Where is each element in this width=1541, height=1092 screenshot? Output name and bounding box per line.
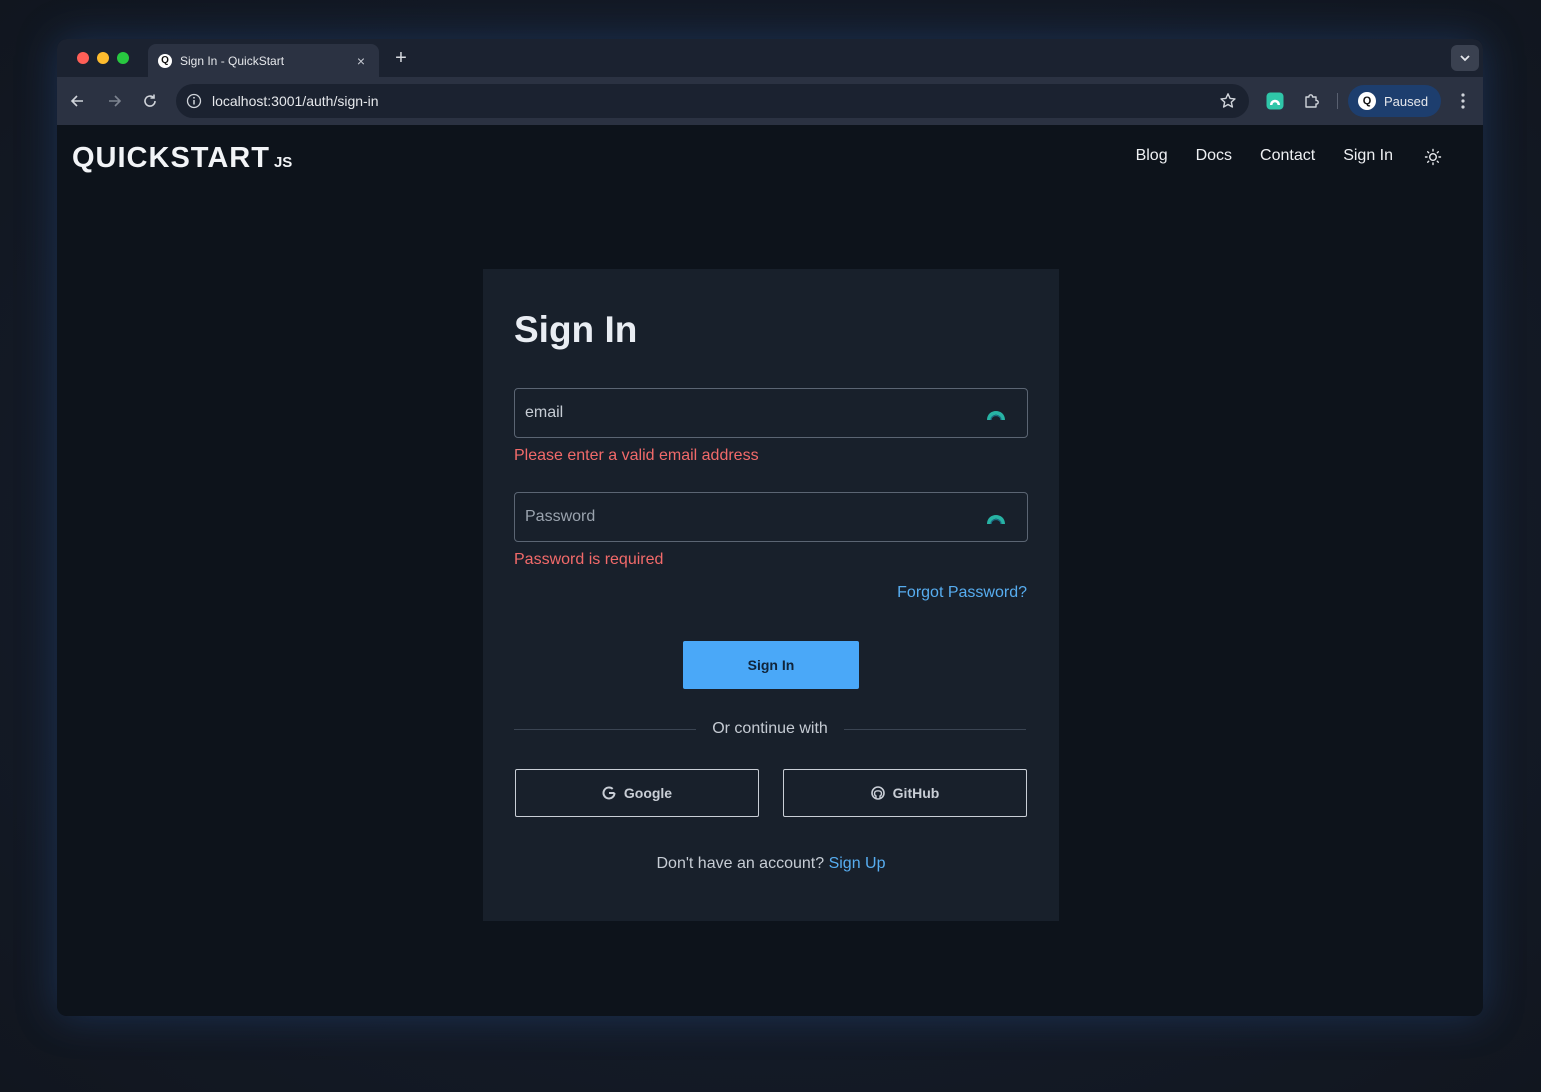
- browser-menu-button[interactable]: [1453, 91, 1473, 111]
- tab-title: Sign In - QuickStart: [180, 53, 285, 68]
- browser-tab[interactable]: Q Sign In - QuickStart ×: [148, 44, 379, 77]
- nav-blog[interactable]: Blog: [1136, 147, 1168, 165]
- tab-close-icon[interactable]: ×: [353, 53, 369, 69]
- github-icon: [870, 786, 885, 800]
- arrow-left-icon: [70, 95, 83, 107]
- nav-docs[interactable]: Docs: [1196, 147, 1232, 165]
- main-nav: Blog Docs Contact Sign In: [1136, 147, 1393, 165]
- nav-sign-in[interactable]: Sign In: [1343, 147, 1393, 165]
- more-vertical-icon: [1461, 93, 1465, 109]
- sun-icon: [1424, 148, 1442, 166]
- minimize-window-button[interactable]: [97, 52, 109, 64]
- arrow-right-icon: [109, 95, 122, 107]
- tab-search-button[interactable]: [1451, 45, 1479, 71]
- email-input[interactable]: [525, 404, 985, 422]
- google-icon: [602, 786, 616, 800]
- signup-prompt-text: Don't have an account?: [656, 855, 825, 872]
- forward-button[interactable]: [102, 89, 126, 113]
- chevron-down-icon: [1460, 55, 1470, 62]
- divider-line: [843, 728, 1027, 730]
- logo-text: QUICKSTART: [72, 142, 270, 174]
- password-input[interactable]: [525, 508, 985, 526]
- maximize-window-button[interactable]: [117, 52, 129, 64]
- url-path: :3001/auth/sign-in: [267, 93, 379, 109]
- url-host: localhost: [212, 93, 268, 109]
- profile-button[interactable]: Q Paused: [1348, 85, 1441, 117]
- toolbar-divider: [1337, 93, 1338, 109]
- password-error: Password is required: [514, 551, 664, 568]
- extensions-button[interactable]: [1300, 89, 1324, 113]
- back-button[interactable]: [66, 89, 90, 113]
- page-content: QUICKSTART JS Blog Docs Contact Sign In …: [57, 125, 1483, 1016]
- password-manager-icon: [1266, 92, 1284, 110]
- password-manager-icon[interactable]: [985, 402, 1007, 424]
- puzzle-icon: [1305, 94, 1319, 108]
- email-field[interactable]: [514, 388, 1028, 438]
- sign-in-button[interactable]: Sign In: [683, 641, 859, 689]
- profile-avatar: Q: [1358, 92, 1376, 110]
- github-button-label: GitHub: [892, 785, 940, 801]
- divider-line: [514, 728, 697, 730]
- nav-contact[interactable]: Contact: [1260, 147, 1315, 165]
- bookmark-star-icon[interactable]: [1219, 92, 1237, 110]
- email-error: Please enter a valid email address: [514, 447, 759, 464]
- sign-in-card: Sign In Please enter a valid email addre…: [483, 269, 1059, 921]
- sign-up-link[interactable]: Sign Up: [829, 855, 886, 872]
- social-divider: Or continue with: [514, 719, 1027, 739]
- page-title: Sign In: [514, 309, 638, 350]
- url-text[interactable]: localhost:3001/auth/sign-in: [212, 93, 1219, 109]
- address-bar[interactable]: localhost:3001/auth/sign-in: [176, 84, 1249, 118]
- github-sign-in-button[interactable]: GitHub: [783, 769, 1027, 817]
- password-manager-extension-button[interactable]: [1263, 89, 1287, 113]
- browser-window: Q Sign In - QuickStart × + localhost:300…: [57, 39, 1483, 1016]
- signup-prompt: Don't have an account? Sign Up: [483, 855, 1059, 873]
- google-sign-in-button[interactable]: Google: [515, 769, 759, 817]
- password-manager-icon[interactable]: [985, 506, 1007, 528]
- tab-bar: Q Sign In - QuickStart × +: [57, 39, 1483, 77]
- divider-label: Or continue with: [712, 720, 828, 737]
- logo-subtext: JS: [273, 154, 293, 171]
- reload-button[interactable]: [138, 89, 162, 113]
- close-window-button[interactable]: [77, 52, 89, 64]
- site-info-icon[interactable]: [186, 93, 202, 109]
- browser-toolbar: localhost:3001/auth/sign-in Q Paused: [57, 77, 1483, 125]
- site-logo[interactable]: QUICKSTART JS: [72, 142, 292, 175]
- reload-icon: [144, 94, 156, 107]
- forgot-password-link[interactable]: Forgot Password?: [897, 584, 1027, 602]
- profile-status-label: Paused: [1384, 93, 1429, 109]
- new-tab-button[interactable]: +: [391, 47, 411, 70]
- password-field[interactable]: [514, 492, 1028, 542]
- theme-toggle-button[interactable]: [1423, 147, 1443, 167]
- google-button-label: Google: [623, 785, 673, 801]
- favicon-icon: Q: [158, 53, 172, 68]
